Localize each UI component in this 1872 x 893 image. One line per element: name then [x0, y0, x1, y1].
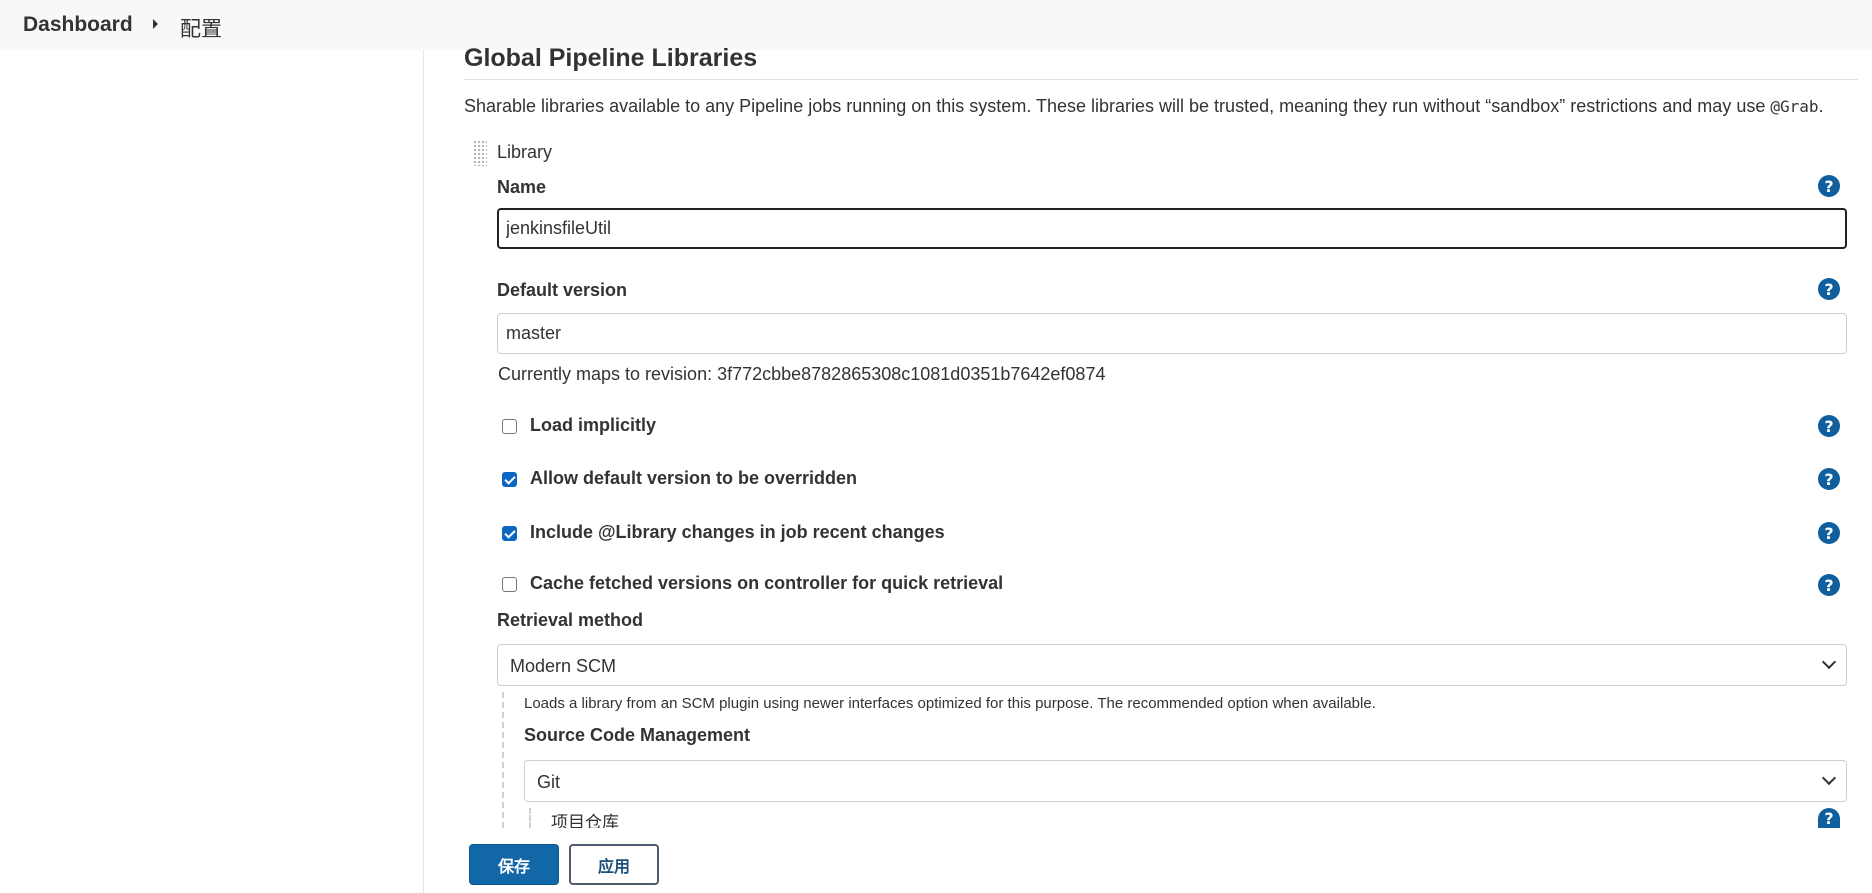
retrieval-method-select[interactable]: Modern SCM — [497, 644, 1847, 686]
section-description-end: . — [1818, 96, 1824, 116]
sidebar-divider — [423, 50, 424, 893]
chevron-down-icon — [1821, 654, 1837, 670]
section-description-text: Sharable libraries available to any Pipe… — [464, 96, 1771, 116]
grab-code: @Grab — [1770, 97, 1819, 116]
option-label[interactable]: Allow default version to be overridden — [530, 468, 857, 489]
load-implicitly-checkbox[interactable] — [502, 419, 517, 434]
section-title: Global Pipeline Libraries — [464, 44, 758, 72]
chevron-right-icon[interactable] — [153, 19, 158, 29]
default-version-label: Default version — [497, 280, 628, 300]
chevron-down-icon — [1821, 770, 1837, 786]
cache-versions-checkbox[interactable] — [502, 577, 517, 592]
name-label: Name — [497, 177, 547, 197]
scm-label: Source Code Management — [524, 725, 751, 745]
nested-dashed-border — [502, 692, 504, 828]
scm-value: Git — [537, 772, 561, 792]
help-icon[interactable]: ? — [1818, 808, 1840, 828]
apply-button[interactable]: 应用 — [569, 844, 659, 885]
repository-label: 项目仓库 — [551, 813, 619, 828]
breadcrumb-current[interactable]: 配置 — [180, 13, 222, 43]
default-version-input[interactable] — [497, 313, 1847, 354]
help-icon[interactable]: ? — [1818, 175, 1840, 197]
help-icon[interactable]: ? — [1818, 574, 1840, 596]
save-button[interactable]: 保存 — [469, 844, 559, 885]
help-icon[interactable]: ? — [1818, 522, 1840, 544]
nested-dashed-border-inner — [529, 808, 531, 828]
include-changes-checkbox[interactable] — [502, 526, 517, 541]
option-label[interactable]: Load implicitly — [530, 415, 656, 436]
library-label: Library — [497, 142, 553, 162]
retrieval-description: Loads a library from an SCM plugin using… — [524, 695, 1376, 712]
allow-override-checkbox[interactable] — [502, 472, 517, 487]
section-description: Sharable libraries available to any Pipe… — [464, 96, 1824, 117]
option-label[interactable]: Include @Library changes in job recent c… — [530, 522, 945, 543]
breadcrumb-bar: Dashboard 配置 — [0, 0, 1872, 50]
section-divider — [464, 79, 1858, 80]
breadcrumb-dashboard[interactable]: Dashboard — [23, 13, 133, 37]
retrieval-method-value: Modern SCM — [510, 656, 617, 676]
help-icon[interactable]: ? — [1818, 468, 1840, 490]
help-icon[interactable]: ? — [1818, 415, 1840, 437]
revision-text: Currently maps to revision: 3f772cbbe878… — [498, 364, 1106, 384]
retrieval-method-label: Retrieval method — [497, 610, 644, 630]
drag-handle-icon[interactable] — [473, 140, 487, 166]
help-icon[interactable]: ? — [1818, 278, 1840, 300]
name-input[interactable] — [497, 208, 1847, 249]
option-label[interactable]: Cache fetched versions on controller for… — [530, 573, 1003, 594]
scm-select[interactable]: Git — [524, 760, 1847, 802]
